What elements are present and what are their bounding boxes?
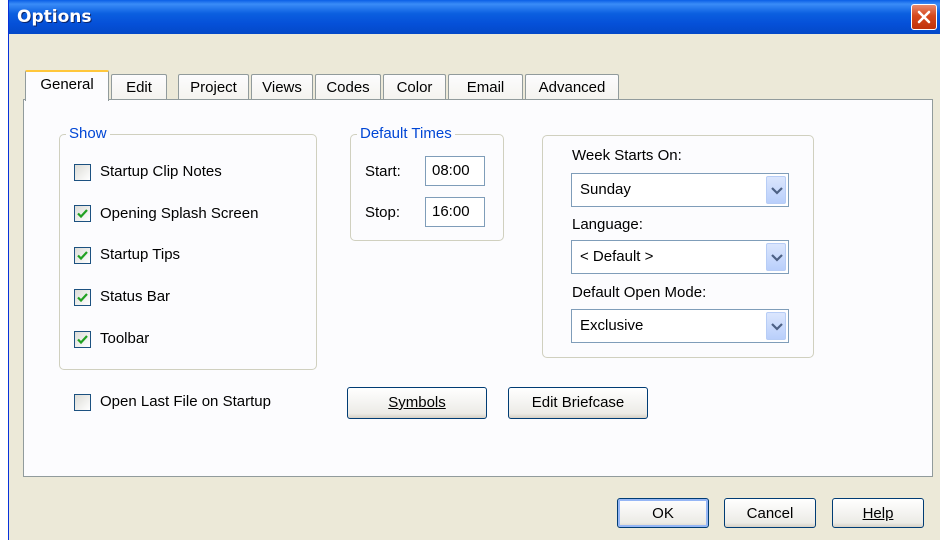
stop-label: Stop: [365,204,401,221]
close-icon [917,10,931,24]
checkbox-toolbar[interactable] [74,331,91,348]
edit-briefcase-button[interactable]: Edit Briefcase [508,387,648,419]
opening-splash-screen-label[interactable]: Opening Splash Screen [100,205,258,222]
language-dropdown-button[interactable] [766,243,786,271]
startup-tips-label[interactable]: Startup Tips [100,246,180,263]
tab-panel-general: Show Startup Clip Notes Opening Splash S… [23,99,933,477]
check-icon [77,251,88,261]
default-times-label: Default Times [357,125,455,142]
tab-email[interactable]: Email [448,74,523,100]
tab-codes[interactable]: Codes [315,74,381,100]
tab-edit[interactable]: Edit [111,74,167,100]
show-group-label: Show [66,125,110,142]
checkbox-startup-clip-notes[interactable] [74,164,91,181]
stop-time-field[interactable]: 16:00 [425,197,485,227]
status-bar-label[interactable]: Status Bar [100,288,170,305]
open-last-file-label[interactable]: Open Last File on Startup [100,393,271,410]
tab-color[interactable]: Color [383,74,446,100]
toolbar-label[interactable]: Toolbar [100,330,149,347]
startup-clip-notes-label[interactable]: Startup Clip Notes [100,163,222,180]
default-times-group: Default Times Start: 08:00 Stop: 16:00 [350,125,504,241]
ok-button[interactable]: OK [617,498,709,528]
tab-views[interactable]: Views [251,74,313,100]
cancel-button[interactable]: Cancel [724,498,816,528]
title-bar[interactable]: Options [9,0,940,34]
checkbox-opening-splash-screen[interactable] [74,205,91,222]
checkbox-status-bar[interactable] [74,289,91,306]
language-label: Language: [572,216,643,233]
check-icon [77,335,88,345]
chevron-down-icon [771,323,783,331]
tab-project[interactable]: Project [178,74,249,100]
tab-general[interactable]: General [25,70,109,101]
check-icon [77,209,88,219]
language-select[interactable]: < Default > [571,240,789,274]
mode-dropdown-button[interactable] [766,312,786,340]
window-title: Options [17,7,92,27]
symbols-button[interactable]: Symbols [347,387,487,419]
start-label: Start: [365,163,401,180]
options-window: Options General Edit Project Views Codes… [8,0,940,540]
start-time-field[interactable]: 08:00 [425,156,485,186]
default-open-mode-select[interactable]: Exclusive [571,309,789,343]
close-button[interactable] [911,4,937,30]
week-starts-on-select[interactable]: Sunday [571,173,789,207]
checkbox-startup-tips[interactable] [74,247,91,264]
check-icon [77,293,88,303]
default-open-mode-value: Exclusive [580,317,644,334]
language-value: < Default > [580,248,654,265]
checkbox-open-last-file[interactable] [74,394,91,411]
week-starts-on-label: Week Starts On: [572,147,682,164]
settings-group: Week Starts On: Sunday Language: < Defau… [542,135,814,358]
week-dropdown-button[interactable] [766,176,786,204]
default-open-mode-label: Default Open Mode: [572,284,707,301]
week-starts-on-value: Sunday [580,181,631,198]
show-group: Show Startup Clip Notes Opening Splash S… [59,125,317,370]
help-button[interactable]: Help [832,498,924,528]
chevron-down-icon [771,187,783,195]
tab-advanced[interactable]: Advanced [525,74,619,100]
chevron-down-icon [771,254,783,262]
